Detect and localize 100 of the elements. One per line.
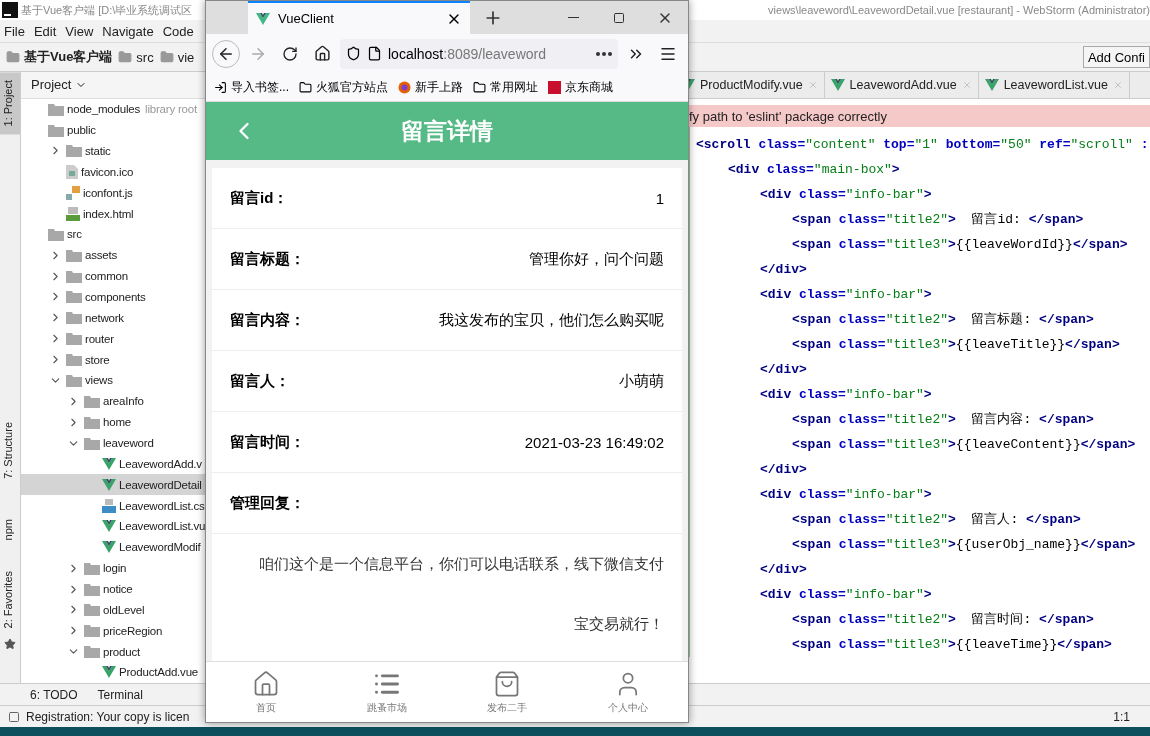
code-line: <span class="title2"> 留言标题: </span>	[791, 311, 1095, 329]
code-line: <div class="info-bar">	[759, 486, 933, 504]
project-view-selector[interactable]: Project	[31, 77, 72, 93]
tree-note: library root	[145, 103, 197, 116]
tree-item[interactable]: iconfont.js	[21, 182, 206, 204]
tree-item[interactable]: components	[21, 286, 206, 308]
tool-window-tab[interactable]: Terminal	[97, 687, 143, 702]
folder-icon	[66, 373, 82, 387]
error-banner: fy path to 'eslint' package correctly	[687, 105, 1150, 127]
side-tab[interactable]: npm	[0, 511, 20, 549]
code-line: <div class="info-bar">	[759, 286, 933, 304]
tree-item[interactable]: store	[21, 349, 206, 370]
side-tab[interactable]: 2: Favorites	[0, 562, 20, 637]
tree-item[interactable]: network	[21, 307, 206, 329]
tab-bar-item[interactable]: 个人中心	[567, 662, 688, 722]
address-field[interactable]: localhost:8089/leaveword	[340, 38, 618, 69]
tree-item[interactable]: LeavewordList.cs	[21, 495, 206, 516]
folder-icon	[48, 227, 64, 241]
folder-icon	[66, 332, 82, 346]
folder-icon	[48, 102, 64, 116]
menu-item[interactable]: View	[65, 23, 94, 39]
tree-item[interactable]: login	[21, 557, 206, 579]
tool-window-tab[interactable]: 6: TODO	[30, 687, 78, 702]
add-configuration-button[interactable]: Add Confi	[1082, 46, 1150, 68]
folder-icon	[66, 311, 82, 325]
tree-item[interactable]: LeavewordAdd.v	[21, 453, 206, 475]
breadcrumb-item[interactable]: src	[118, 49, 154, 65]
menu-item[interactable]: Code	[162, 23, 194, 39]
browser-tab[interactable]: VueClient	[248, 1, 470, 34]
globe-icon	[398, 80, 411, 94]
tree-item[interactable]: LeavewordDetail	[21, 474, 206, 496]
vue-icon	[830, 79, 845, 91]
menu-item[interactable]: Navigate	[102, 23, 154, 39]
tree-item[interactable]: areaInfo	[21, 390, 206, 412]
code-line: <div class="main-box">	[727, 161, 901, 179]
tab-bar-item[interactable]: 发布二手	[447, 662, 568, 722]
tree-item[interactable]: home	[21, 411, 206, 433]
tree-item[interactable]: static	[21, 140, 206, 162]
vue-icon	[102, 478, 116, 491]
tree-item[interactable]: router	[21, 328, 206, 350]
editor-tab[interactable]: ProductModify.vue	[687, 72, 825, 98]
bookmark[interactable]: 火狐官方站点	[299, 78, 388, 96]
reply-text: 咱们这个是一个信息平台，你们可以电话联系，线下微信支付宝交易就行！	[258, 554, 665, 634]
folder-icon	[66, 144, 82, 158]
code-line: </div>	[759, 261, 808, 279]
code-line: <scroll class="content" top="1" bottom="50" ref="scroll" :	[696, 136, 1150, 154]
code-line: </div>	[759, 361, 808, 379]
field-label: 留言时间：	[230, 432, 305, 452]
image-file-icon	[66, 164, 78, 179]
bookmark[interactable]: 常用网址	[473, 78, 538, 96]
folder-icon	[84, 603, 100, 617]
vue-icon	[102, 457, 116, 470]
code-line: <span class="title3">{{leaveWordId}}</span>	[791, 236, 1129, 254]
more-icon[interactable]	[596, 51, 612, 56]
close-icon	[961, 80, 972, 90]
folder-icon	[48, 123, 64, 137]
tree-item[interactable]: leaveword	[21, 432, 206, 454]
tree-item[interactable]: node_modules library root	[21, 98, 206, 120]
bookmark[interactable]: 导入书签...	[214, 78, 289, 96]
folder-icon	[84, 436, 100, 450]
shield-icon	[346, 46, 361, 61]
tab-bar-item[interactable]: 首页	[206, 662, 327, 722]
bookmark[interactable]: 京东商城	[548, 78, 613, 96]
menu-item[interactable]: File	[4, 23, 25, 39]
folder-icon	[84, 582, 100, 596]
field-value: 小萌萌	[619, 371, 664, 391]
tree-item[interactable]: product	[21, 641, 206, 663]
import-icon	[214, 80, 227, 94]
breadcrumb-item[interactable]: vie	[159, 49, 195, 65]
tree-item[interactable]: index.html	[21, 203, 206, 224]
tree-item[interactable]: common	[21, 265, 206, 287]
tree-item[interactable]: ProductAdd.vue	[21, 662, 206, 683]
vue-icon	[102, 666, 116, 679]
tree-item[interactable]: public	[21, 119, 206, 141]
folder-icon	[118, 50, 133, 64]
field-label: 管理回复：	[230, 493, 305, 513]
bookmark[interactable]: 新手上路	[398, 78, 463, 96]
folder-icon	[84, 645, 100, 659]
code-line: <div class="info-bar">	[759, 586, 933, 604]
code-line: <div class="info-bar">	[759, 386, 933, 404]
tree-item[interactable]: LeavewordList.vu	[21, 516, 206, 537]
side-tab[interactable]: 1: Project	[0, 72, 20, 135]
tree-item[interactable]: views	[21, 370, 206, 391]
tab-bar-item[interactable]: 跳蚤市场	[326, 662, 447, 722]
tree-item[interactable]: favicon.ico	[21, 161, 206, 183]
tree-item[interactable]: LeavewordModif	[21, 536, 206, 558]
folder-icon	[84, 561, 100, 575]
minimize-icon	[567, 17, 579, 18]
page-title: 留言详情	[401, 116, 493, 146]
tree-item[interactable]: src	[21, 224, 206, 245]
side-tab[interactable]: 7: Structure	[0, 414, 20, 488]
tree-item[interactable]: assets	[21, 244, 206, 266]
tree-item[interactable]: oldLevel	[21, 599, 206, 621]
folder-icon	[6, 50, 20, 64]
field-label: 留言人：	[230, 371, 290, 391]
breadcrumb-item[interactable]: 基于Vue客户端	[6, 48, 113, 66]
tree-item[interactable]: notice	[21, 578, 206, 600]
menu-item[interactable]: Edit	[33, 23, 57, 39]
tree-item[interactable]: priceRegion	[21, 620, 206, 642]
window-title: 基于Vue客户端 [D:\毕业系统调试区	[21, 2, 193, 18]
